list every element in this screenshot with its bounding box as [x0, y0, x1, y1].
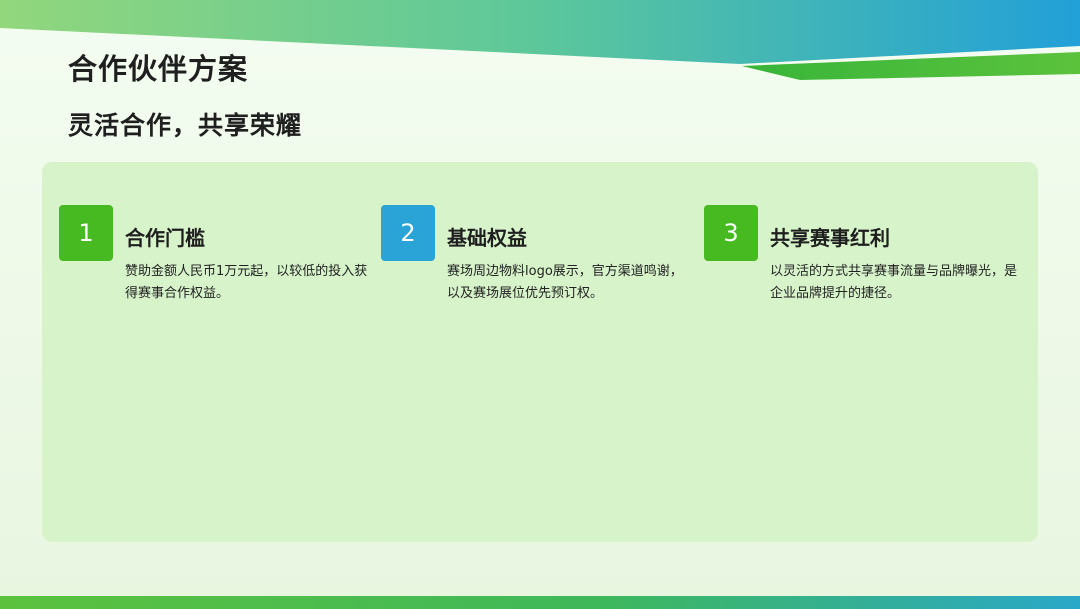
card-description: 以灵活的方式共享赛事流量与品牌曝光，是企业品牌提升的捷径。 — [770, 264, 1018, 301]
card-description: 赞助金额人民币1万元起，以较低的投入获得赛事合作权益。 — [125, 264, 368, 301]
card-title: 合作门槛 — [125, 226, 205, 250]
page-subtitle: 灵活合作，共享荣耀 — [68, 111, 303, 140]
card-description: 赛场周边物料logo展示，官方渠道鸣谢，以及赛场展位优先预订权。 — [447, 264, 683, 301]
card-title: 基础权益 — [447, 226, 527, 250]
content-panel — [42, 162, 1038, 542]
number-badge: 3 — [704, 205, 758, 261]
bottom-accent-bar — [0, 596, 1080, 609]
page-title: 合作伙伴方案 — [68, 52, 249, 86]
number-badge: 1 — [59, 205, 113, 261]
number-badge: 2 — [381, 205, 435, 261]
card-title: 共享赛事红利 — [770, 226, 890, 250]
